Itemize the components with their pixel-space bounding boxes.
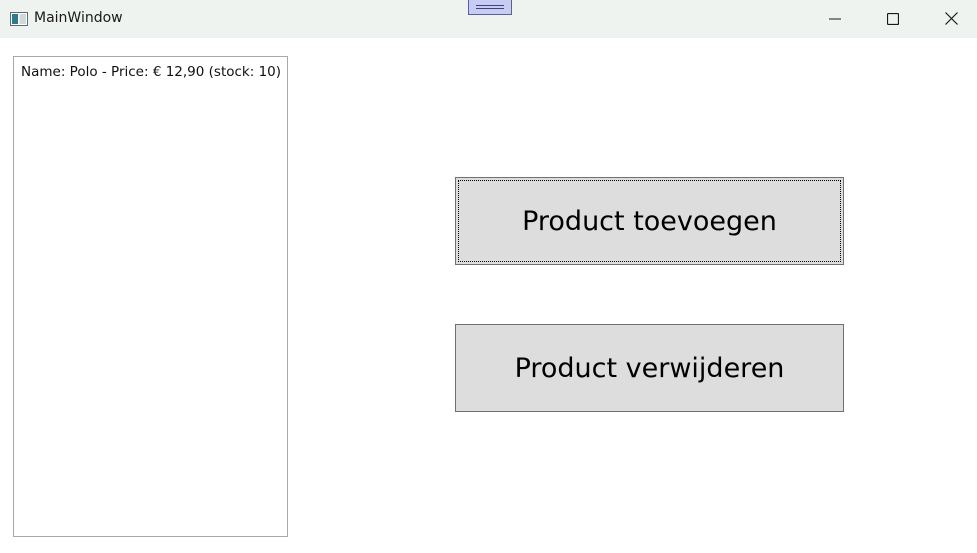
minimize-icon	[829, 10, 841, 29]
window-icon	[10, 11, 28, 26]
drag-grip-icon[interactable]	[468, 0, 512, 15]
close-icon	[944, 10, 958, 29]
maximize-icon	[886, 10, 900, 29]
add-product-label: Product toevoegen	[522, 205, 777, 237]
close-button[interactable]	[922, 0, 977, 38]
title-bar[interactable]: MainWindow	[0, 0, 977, 38]
minimize-button[interactable]	[806, 0, 864, 38]
remove-product-button[interactable]: Product verwijderen	[455, 324, 844, 412]
product-listbox[interactable]: Name: Polo - Price: € 12,90 (stock: 10)	[13, 56, 288, 537]
remove-product-label: Product verwijderen	[514, 352, 785, 384]
main-window: MainWindow Name: Polo - Price: € 12,90 (…	[0, 0, 977, 553]
list-item[interactable]: Name: Polo - Price: € 12,90 (stock: 10)	[21, 64, 283, 82]
window-title: MainWindow	[34, 10, 123, 26]
add-product-button[interactable]: Product toevoegen	[455, 177, 844, 265]
maximize-button[interactable]	[864, 0, 922, 38]
